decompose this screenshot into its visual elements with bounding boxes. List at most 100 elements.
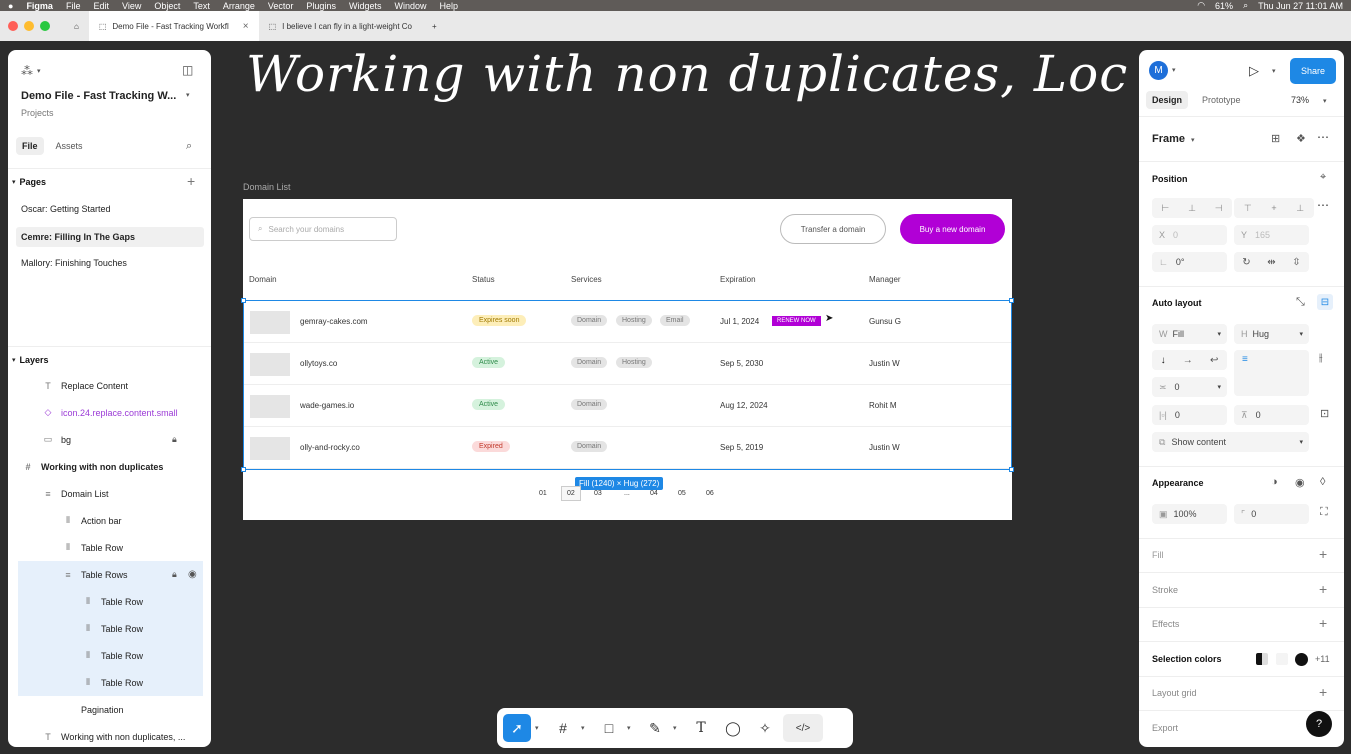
fill-section[interactable]: Fill — [1152, 550, 1164, 560]
dev-mode-toggle-icon[interactable]: </> — [783, 714, 823, 742]
page-item[interactable]: Oscar: Getting Started — [21, 204, 111, 214]
menu-widgets[interactable]: Widgets — [349, 1, 382, 11]
flip-horizontal-icon[interactable]: ⇹ — [1267, 257, 1275, 268]
zoom-level[interactable]: 73% — [1291, 95, 1309, 105]
page-number[interactable]: 06 — [706, 490, 714, 497]
page-number[interactable]: 05 — [678, 490, 686, 497]
clock[interactable]: Thu Jun 27 11:01 AM — [1258, 1, 1343, 11]
collapse-icon[interactable]: ⤡ — [1296, 296, 1305, 309]
tab-demo-file[interactable]: ⬚ Demo File - Fast Tracking Workfl × — [88, 11, 259, 41]
move-tool-icon[interactable]: ➚ — [503, 714, 531, 742]
layout-grid-icon[interactable]: ⊞ — [1271, 132, 1280, 145]
actions-tool-icon[interactable]: ✧ — [751, 714, 779, 742]
file-title[interactable]: Demo File - Fast Tracking W... — [21, 90, 176, 102]
text-tool-icon[interactable]: T — [687, 714, 715, 742]
clip-content-select[interactable]: ⧉ Show content ▾ — [1152, 432, 1309, 452]
wrap-icon[interactable]: ↩ — [1210, 355, 1218, 366]
lock-icon[interactable]: 🔒︎ — [172, 434, 177, 445]
page-number[interactable]: 01 — [539, 490, 547, 497]
chevron-down-icon[interactable]: ▾ — [627, 724, 637, 732]
minimize-window-button[interactable] — [24, 21, 34, 31]
frame-tool-icon[interactable]: # — [549, 714, 577, 742]
menu-text[interactable]: Text — [193, 1, 210, 11]
sidebar-toggle-icon[interactable]: ◫ — [182, 63, 193, 77]
x-field[interactable]: X0 — [1152, 225, 1227, 245]
page-item[interactable]: Cemre: Filling In The Gaps — [16, 227, 204, 247]
align-right-icon[interactable]: ⊣ — [1215, 203, 1223, 214]
transfer-domain-button[interactable]: Transfer a domain — [780, 214, 886, 244]
layer-row[interactable]: T Replace Content — [8, 372, 211, 399]
add-page-icon[interactable]: + — [187, 173, 195, 189]
frame-type-label[interactable]: Frame — [1152, 133, 1185, 145]
vertical-padding-field[interactable]: ⊼ 0 — [1234, 405, 1309, 425]
chevron-down-icon[interactable]: ▾ — [581, 724, 591, 732]
effects-section[interactable]: Effects — [1152, 619, 1179, 629]
menu-object[interactable]: Object — [154, 1, 180, 11]
battery-label[interactable]: 61% — [1215, 1, 1233, 11]
eye-icon[interactable]: ◉ — [188, 569, 197, 580]
resize-handle[interactable] — [241, 298, 246, 303]
independent-corners-icon[interactable]: ⛶ — [1320, 506, 1328, 519]
chevron-down-icon[interactable]: ▾ — [12, 356, 16, 364]
chevron-down-icon[interactable]: ▾ — [37, 67, 41, 75]
help-button[interactable]: ? — [1306, 711, 1332, 737]
layer-row[interactable]: ⫴ Table Row — [18, 669, 203, 696]
layer-row[interactable]: ▭ bg 🔒︎ — [8, 426, 211, 453]
frame-label[interactable]: Domain List — [243, 182, 291, 192]
more-colors-count[interactable]: +11 — [1315, 654, 1330, 664]
menu-window[interactable]: Window — [394, 1, 426, 11]
tab-assets[interactable]: Assets — [50, 137, 89, 155]
alignment-grid[interactable]: ≡ — [1234, 350, 1309, 396]
layer-row-selected[interactable]: ≡ Table Rows 🔒︎ ◉ — [18, 561, 203, 588]
add-effect-icon[interactable]: + — [1319, 615, 1327, 631]
eye-icon[interactable]: ◉ — [1295, 476, 1305, 489]
export-section[interactable]: Export — [1152, 723, 1178, 733]
chevron-down-icon[interactable]: ▾ — [1323, 97, 1327, 105]
apple-icon[interactable]: ● — [8, 1, 13, 11]
align-center-icon[interactable]: ⊥ — [1188, 203, 1196, 214]
comment-tool-icon[interactable]: ◯ — [719, 714, 747, 742]
home-tab[interactable]: ⌂ — [64, 11, 89, 41]
new-tab-button[interactable]: + — [422, 11, 447, 41]
resize-handle[interactable] — [241, 467, 246, 472]
close-tab-icon[interactable]: × — [243, 21, 249, 32]
chevron-down-icon[interactable]: ▾ — [673, 724, 683, 732]
auto-layout-icon[interactable]: ⊟ — [1317, 294, 1333, 310]
layer-row[interactable]: ≡ Domain List — [8, 480, 211, 507]
arrow-right-icon[interactable]: → — [1183, 355, 1193, 366]
focus-icon[interactable]: ⌖ — [1320, 171, 1326, 184]
layer-row[interactable]: # Working with non duplicates — [8, 453, 211, 480]
tab-prototype[interactable]: Prototype — [1202, 95, 1241, 105]
menu-file[interactable]: File — [66, 1, 81, 11]
align-bottom-icon[interactable]: ⊥ — [1296, 203, 1304, 214]
maximize-window-button[interactable] — [40, 21, 50, 31]
add-stroke-icon[interactable]: + — [1319, 581, 1327, 597]
close-window-button[interactable] — [8, 21, 18, 31]
layer-row[interactable]: Pagination — [8, 696, 211, 723]
layer-row[interactable]: ◇ icon.24.replace.content.small — [8, 399, 211, 426]
rectangle-tool-icon[interactable]: □ — [595, 714, 623, 742]
more-options-icon[interactable]: ⋯ — [1317, 130, 1329, 144]
gap-field[interactable]: ≍ 0 ▾ — [1152, 377, 1227, 397]
page-number[interactable]: 04 — [650, 490, 658, 497]
menu-edit[interactable]: Edit — [93, 1, 109, 11]
chevron-down-icon[interactable]: ▾ — [1191, 136, 1195, 144]
buy-domain-button[interactable]: Buy a new domain — [900, 214, 1005, 244]
align-top-icon[interactable]: ⊤ — [1244, 203, 1252, 214]
menu-arrange[interactable]: Arrange — [223, 1, 255, 11]
layout-grid-section[interactable]: Layout grid — [1152, 688, 1197, 698]
menu-vector[interactable]: Vector — [268, 1, 294, 11]
stroke-section[interactable]: Stroke — [1152, 585, 1178, 595]
individual-padding-icon[interactable]: ⊡ — [1320, 407, 1329, 420]
chevron-down-icon[interactable]: ▾ — [1272, 67, 1276, 75]
chevron-down-icon[interactable]: ▾ — [12, 178, 16, 186]
arrow-down-icon[interactable]: ↓ — [1161, 355, 1166, 366]
align-left-icon[interactable]: ⊢ — [1161, 203, 1169, 214]
add-fill-icon[interactable]: + — [1319, 546, 1327, 562]
tab-design[interactable]: Design — [1146, 91, 1189, 109]
blend-mode-icon[interactable]: ◊ — [1320, 476, 1325, 488]
rotation-field[interactable]: ∟ 0° — [1152, 252, 1227, 272]
flip-vertical-icon[interactable]: ⇳ — [1292, 257, 1300, 268]
page-number[interactable]: 03 — [594, 490, 602, 497]
search-icon[interactable]: ⌕ — [186, 140, 192, 153]
